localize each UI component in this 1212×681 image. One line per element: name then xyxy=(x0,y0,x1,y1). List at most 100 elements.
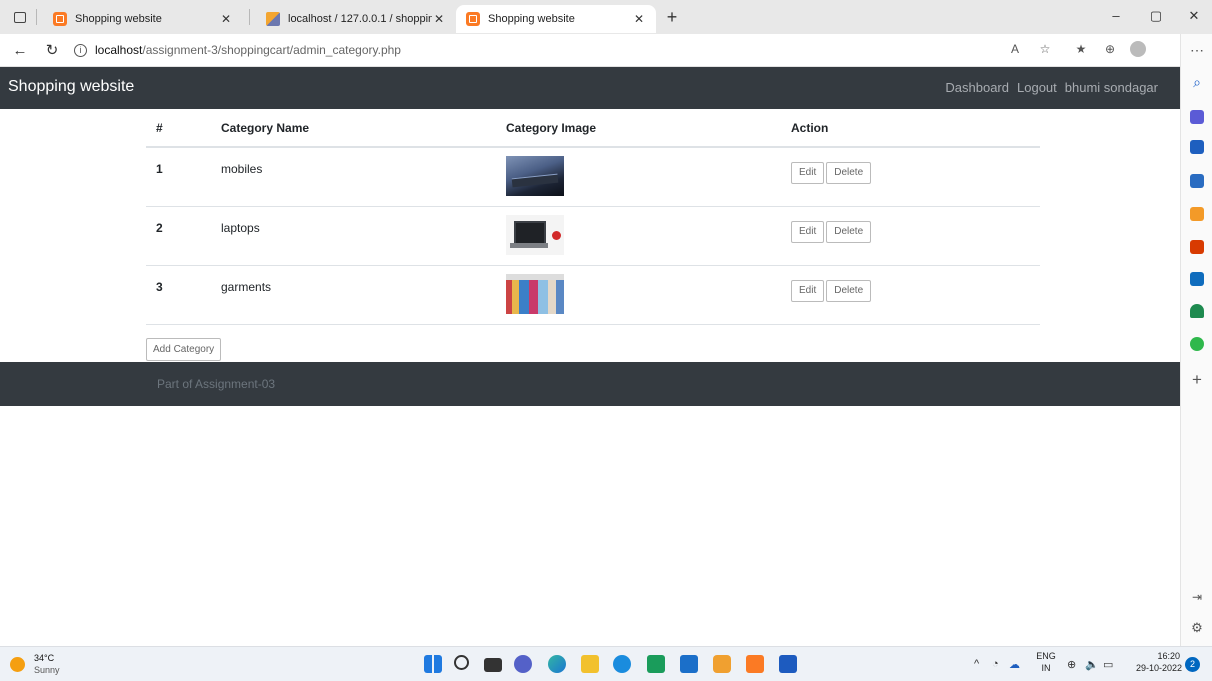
clock-time[interactable]: 16:20 xyxy=(1130,651,1180,661)
add-category-button[interactable]: Add Category xyxy=(146,338,222,361)
close-icon[interactable]: ✕ xyxy=(219,12,233,26)
outlook-icon[interactable] xyxy=(1190,272,1204,286)
add-favorite-icon[interactable]: ☆ xyxy=(1036,42,1054,56)
close-icon[interactable]: ✕ xyxy=(432,12,446,26)
back-button[interactable]: ← xyxy=(8,42,32,59)
notification-badge[interactable]: 2 xyxy=(1185,657,1200,672)
more-tools-icon[interactable]: ⋯ xyxy=(1181,42,1212,59)
url-field[interactable]: i localhost/assignment-3/shoppingcart/ad… xyxy=(74,38,934,63)
browser-tab[interactable]: localhost / 127.0.0.1 / shoppingc ✕ xyxy=(256,5,456,33)
collections-icon[interactable]: ⊕ xyxy=(1101,42,1119,56)
spotify-icon[interactable] xyxy=(1190,337,1204,351)
column-header-action: Action xyxy=(791,109,1040,148)
table-header-row: # Category Name Category Image Action xyxy=(146,109,1040,148)
delete-button[interactable]: Delete xyxy=(826,162,872,184)
minimize-button[interactable]: – xyxy=(1106,8,1126,23)
tab-title: localhost / 127.0.0.1 / shoppingc xyxy=(288,13,432,25)
category-name: mobiles xyxy=(221,147,506,207)
language-top[interactable]: ENG xyxy=(1034,651,1058,661)
column-header-image: Category Image xyxy=(506,109,791,148)
category-image-garments xyxy=(506,273,564,314)
category-name: garments xyxy=(221,265,506,325)
xampp-favicon-icon xyxy=(466,12,480,26)
tree-icon[interactable] xyxy=(1190,304,1204,318)
table-row: 2 laptops Edit Delete xyxy=(146,206,1040,266)
edit-button[interactable]: Edit xyxy=(791,220,825,243)
weather-temperature[interactable]: 34°C xyxy=(34,653,54,663)
gear-icon[interactable]: ⚙ xyxy=(1181,620,1212,636)
task-view-icon[interactable] xyxy=(484,658,502,672)
table-row: 3 garments Edit Delete xyxy=(146,265,1040,325)
close-window-button[interactable]: ✕ xyxy=(1184,8,1204,24)
volume-icon[interactable]: 🔈 xyxy=(1085,658,1099,671)
games-icon[interactable] xyxy=(1190,207,1204,221)
tools-icon[interactable] xyxy=(1190,174,1204,188)
edge-icon[interactable] xyxy=(548,655,566,673)
office-icon[interactable] xyxy=(1190,240,1204,254)
site-brand[interactable]: Shopping website xyxy=(8,78,134,96)
delete-button[interactable]: Delete xyxy=(826,279,872,302)
table-row: 1 mobiles Edit Delete xyxy=(146,147,1040,207)
tab-separator xyxy=(36,9,37,25)
hide-sidebar-icon[interactable]: ⇥ xyxy=(1181,590,1212,604)
sun-icon[interactable] xyxy=(10,657,25,672)
delete-button[interactable]: Delete xyxy=(826,220,872,243)
profile-icon[interactable] xyxy=(1129,41,1147,60)
close-icon[interactable]: ✕ xyxy=(632,12,646,26)
shopping-icon[interactable] xyxy=(1190,140,1204,154)
tab-actions-icon[interactable] xyxy=(10,7,30,27)
xampp-icon[interactable] xyxy=(746,655,764,673)
weather-condition[interactable]: Sunny xyxy=(34,665,60,675)
nav-logout-link[interactable]: Logout xyxy=(1017,80,1057,95)
start-icon[interactable] xyxy=(424,655,442,673)
file-explorer-icon[interactable] xyxy=(581,655,599,673)
clock-date[interactable]: 29-10-2022 xyxy=(1126,663,1182,673)
new-tab-button[interactable]: + xyxy=(662,7,682,28)
url-path: /assignment-3/shoppingcart/admin_categor… xyxy=(142,43,401,57)
chrome-icon[interactable] xyxy=(613,655,631,673)
nav-dashboard-link[interactable]: Dashboard xyxy=(945,80,1009,95)
add-app-icon[interactable]: + xyxy=(1181,370,1212,390)
discover-icon[interactable] xyxy=(1190,110,1204,124)
browser-tab-strip: Shopping website ✕ localhost / 127.0.0.1… xyxy=(0,0,1212,34)
footer-text: Part of Assignment-03 xyxy=(157,377,276,391)
read-aloud-icon[interactable]: A xyxy=(1006,42,1024,56)
category-name: laptops xyxy=(221,206,506,266)
vscode-icon[interactable] xyxy=(680,655,698,673)
nav-links: Dashboard Logout bhumi sondagar xyxy=(945,80,1158,95)
category-image-laptops xyxy=(506,214,564,255)
browser-tab-active[interactable]: Shopping website ✕ xyxy=(456,5,656,33)
browser-tab[interactable]: Shopping website ✕ xyxy=(43,5,243,33)
category-id: 1 xyxy=(146,147,221,207)
network-icon[interactable]: ◔ xyxy=(992,658,999,670)
tab-title: Shopping website xyxy=(488,13,575,25)
refresh-button[interactable]: ↻ xyxy=(40,41,64,59)
cloud-icon[interactable]: ☁ xyxy=(1009,658,1020,671)
search-icon[interactable] xyxy=(454,655,469,670)
site-navbar: Shopping website Dashboard Logout bhumi … xyxy=(0,67,1180,109)
site-footer: Part of Assignment-03 xyxy=(0,362,1180,406)
edit-button[interactable]: Edit xyxy=(791,162,825,184)
chevron-up-icon[interactable]: ^ xyxy=(974,658,979,670)
word-icon[interactable] xyxy=(779,655,797,673)
language-bottom[interactable]: IN xyxy=(1034,663,1058,673)
chat-icon[interactable] xyxy=(514,655,532,673)
nav-user-link[interactable]: bhumi sondagar xyxy=(1065,80,1158,95)
category-id: 3 xyxy=(146,265,221,325)
favorites-icon[interactable]: ★ xyxy=(1072,42,1090,56)
info-icon[interactable]: i xyxy=(74,43,87,57)
search-icon[interactable]: ⌕ xyxy=(1181,74,1212,91)
edit-button[interactable]: Edit xyxy=(791,279,825,302)
globe-icon[interactable]: ⊕ xyxy=(1067,658,1076,671)
address-bar-row: ← ↻ i localhost/assignment-3/shoppingcar… xyxy=(0,34,1180,67)
maximize-button[interactable]: ▢ xyxy=(1146,8,1166,24)
windows-taskbar: 34°C Sunny ^ ◔ ☁ ENG IN ⊕ 🔈 ▭ 16:20 29-1… xyxy=(0,646,1212,681)
screen: { "browser": { "tabs": [ {"title": "Shop… xyxy=(0,0,1212,681)
edge-sidebar: ⋯ ⌕ + ⇥ ⚙ xyxy=(1180,34,1212,646)
column-header-number: # xyxy=(146,109,221,148)
app-icon[interactable] xyxy=(647,655,665,673)
battery-icon[interactable]: ▭ xyxy=(1103,658,1113,671)
category-table: # Category Name Category Image Action 1 … xyxy=(146,109,1040,325)
app-icon[interactable] xyxy=(713,655,731,673)
tab-title: Shopping website xyxy=(75,13,162,25)
